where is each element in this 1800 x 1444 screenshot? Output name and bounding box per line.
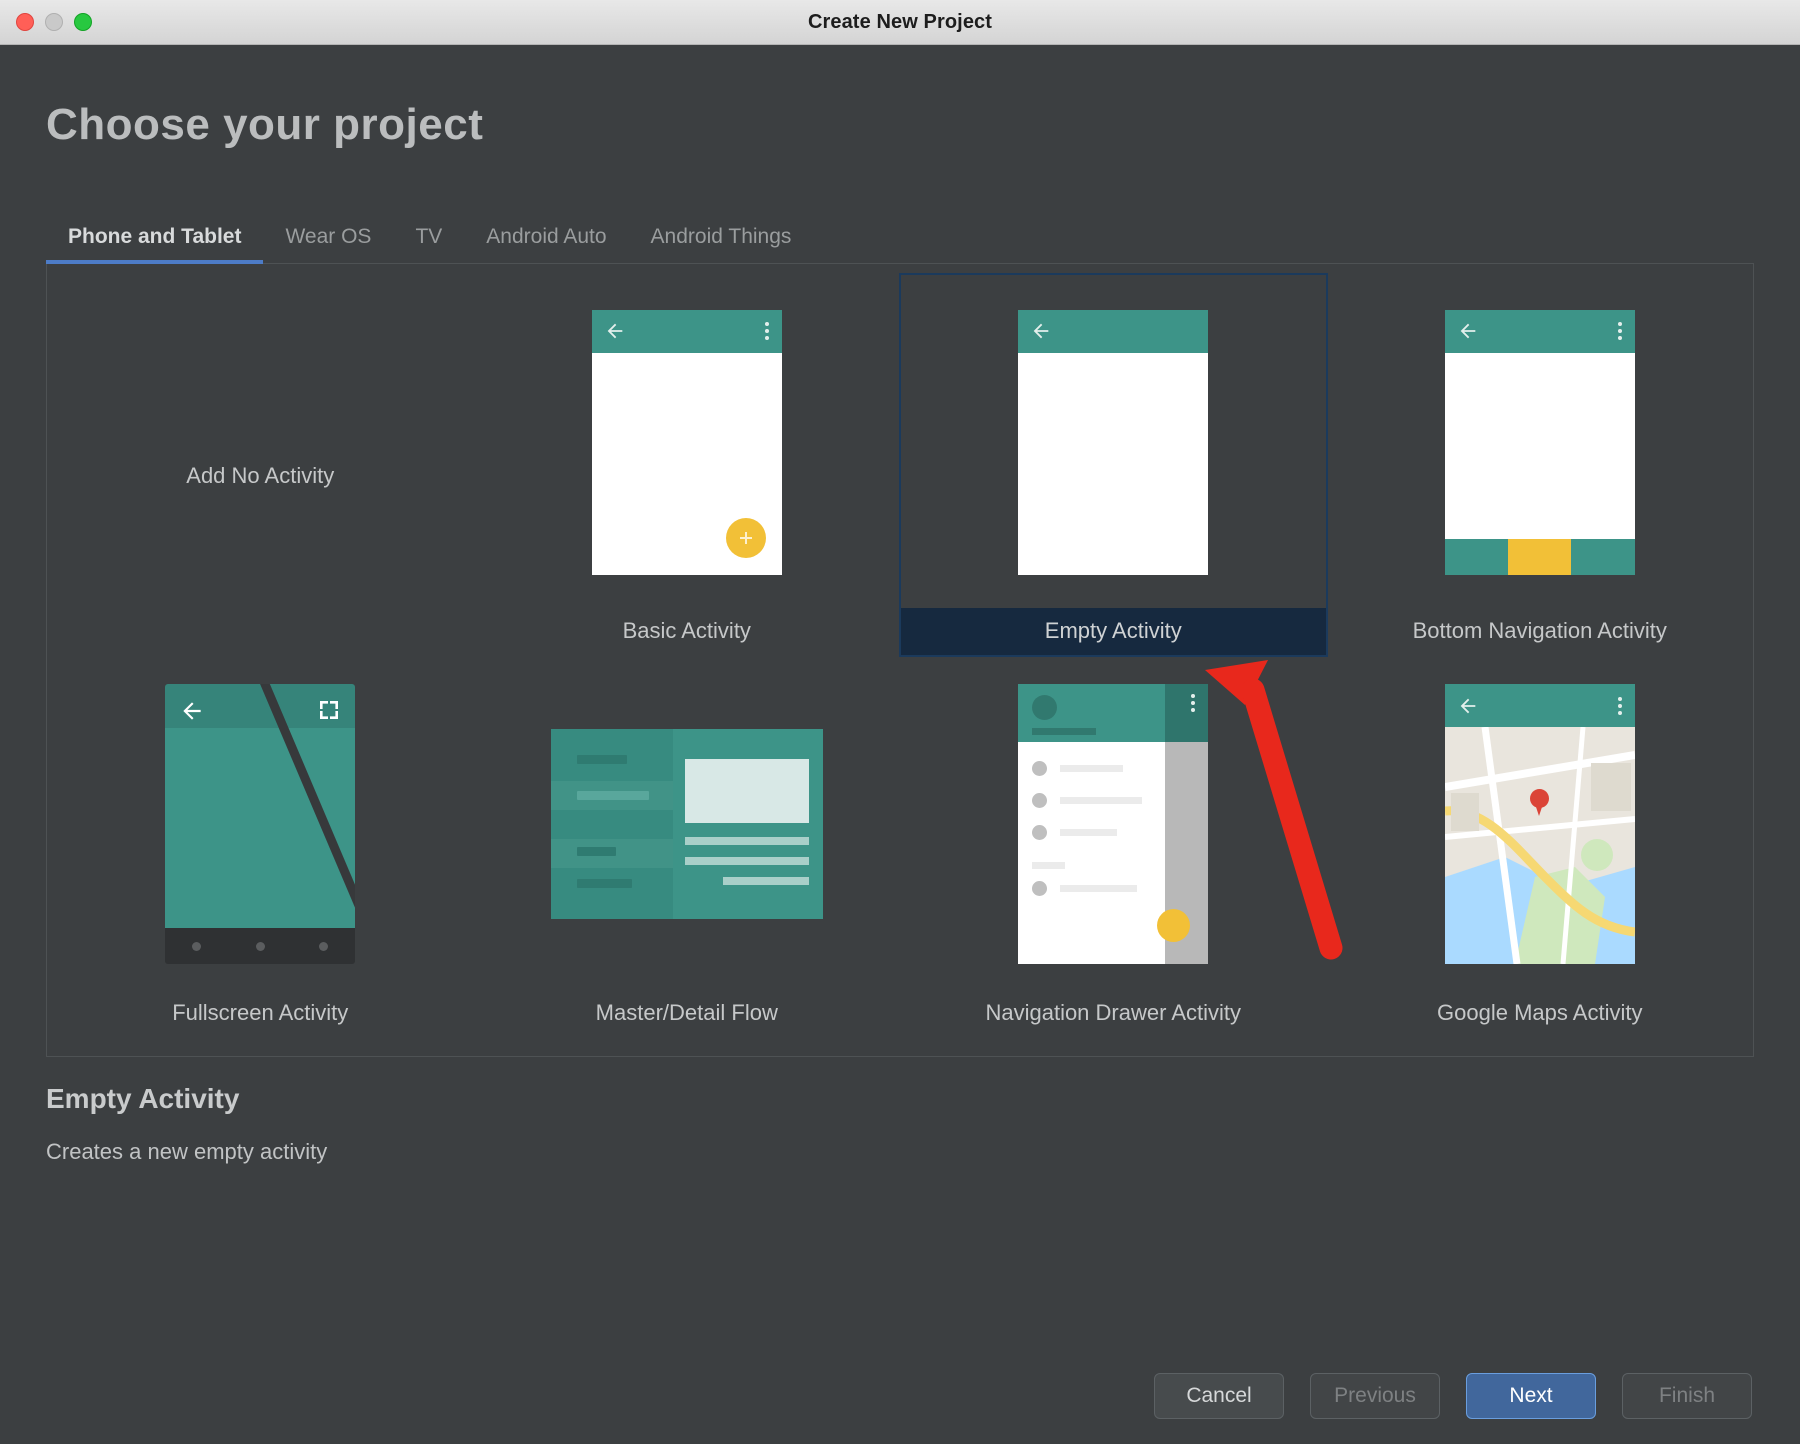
overflow-menu-icon <box>1191 694 1195 712</box>
finish-button[interactable]: Finish <box>1622 1373 1752 1419</box>
template-card-master-detail-flow[interactable]: Master/Detail Flow <box>474 656 901 1038</box>
back-arrow-icon <box>1457 695 1479 717</box>
bottom-nav-item <box>1571 539 1634 575</box>
overflow-menu-icon <box>765 322 769 340</box>
template-card-empty-activity[interactable]: Empty Activity <box>900 274 1327 656</box>
selected-template-name: Empty Activity <box>46 1083 1754 1115</box>
tab-android-things[interactable]: Android Things <box>629 225 814 263</box>
drawer-list-item <box>1018 756 1165 780</box>
detail-text-line <box>685 837 809 845</box>
system-navigation-bar <box>165 928 355 964</box>
template-label-google-maps-activity: Google Maps Activity <box>1327 990 1754 1038</box>
list-item-text <box>1060 885 1137 892</box>
detail-image-placeholder <box>685 759 809 823</box>
template-grid: Add No Activity Basi <box>46 264 1754 1057</box>
cancel-button[interactable]: Cancel <box>1154 1373 1284 1419</box>
fullscreen-expand-icon <box>317 698 341 722</box>
map-canvas <box>1445 727 1635 964</box>
page-title: Choose your project <box>46 100 1754 150</box>
back-arrow-icon <box>1457 320 1479 342</box>
thumbnail-empty-activity <box>900 282 1327 602</box>
tab-tv[interactable]: TV <box>393 225 464 263</box>
back-arrow-icon <box>179 698 205 724</box>
window-titlebar: Create New Project <box>0 0 1800 45</box>
template-card-navigation-drawer-activity[interactable]: Navigation Drawer Activity <box>900 656 1327 1038</box>
app-bar <box>1018 310 1208 353</box>
list-item-text <box>1060 765 1123 772</box>
detail-text-line <box>685 857 809 865</box>
master-row-text <box>577 791 649 800</box>
next-button[interactable]: Next <box>1466 1373 1596 1419</box>
tablet-mock-master-detail <box>551 729 823 919</box>
thumbnail-google-maps-activity <box>1327 664 1754 984</box>
previous-button[interactable]: Previous <box>1310 1373 1440 1419</box>
bottom-navigation-bar <box>1445 539 1635 575</box>
drawer-list-item <box>1018 788 1165 812</box>
tab-phone-and-tablet[interactable]: Phone and Tablet <box>46 225 263 263</box>
back-arrow-icon <box>604 320 626 342</box>
template-label-master-detail-flow: Master/Detail Flow <box>474 990 901 1038</box>
template-card-bottom-navigation-activity[interactable]: Bottom Navigation Activity <box>1327 274 1754 656</box>
bottom-nav-item-active <box>1508 539 1571 575</box>
template-label-add-no-activity: Add No Activity <box>47 453 474 501</box>
master-row-text <box>577 755 627 764</box>
thumbnail-fullscreen-activity <box>47 664 474 984</box>
fullscreen-surface <box>165 684 355 928</box>
phone-mock-empty <box>1018 310 1208 575</box>
thumbnail-basic-activity <box>474 282 901 602</box>
template-card-fullscreen-activity[interactable]: Fullscreen Activity <box>47 656 474 1038</box>
phone-mock-maps <box>1445 684 1635 964</box>
drawer-header-text <box>1032 728 1096 735</box>
map-location-pin <box>1530 789 1549 816</box>
template-label-empty-activity: Empty Activity <box>900 608 1327 656</box>
app-bar <box>1445 684 1635 727</box>
thumbnail-master-detail-flow <box>474 664 901 984</box>
app-bar <box>592 310 782 353</box>
floating-action-button <box>726 518 766 558</box>
thumbnail-navigation-drawer-activity <box>900 664 1327 984</box>
drawer-list-item <box>1018 820 1165 844</box>
app-bar <box>1445 310 1635 353</box>
template-label-fullscreen-activity: Fullscreen Activity <box>47 990 474 1038</box>
list-item-text <box>1060 829 1117 836</box>
template-card-google-maps-activity[interactable]: Google Maps Activity <box>1327 656 1754 1038</box>
phone-mock-fullscreen <box>165 684 355 964</box>
tab-android-auto[interactable]: Android Auto <box>464 225 628 263</box>
dialog-footer: Cancel Previous Next Finish <box>0 1348 1800 1444</box>
app-bar-behind-drawer <box>1165 684 1208 742</box>
drawer-list-item <box>1018 876 1165 900</box>
bottom-nav-item <box>1445 539 1508 575</box>
overflow-menu-icon <box>1618 322 1622 340</box>
phone-mock-drawer <box>1018 684 1208 964</box>
selected-template-summary: Creates a new empty activity <box>46 1139 1754 1165</box>
back-arrow-icon <box>1030 320 1052 342</box>
overflow-menu-icon <box>1618 697 1622 715</box>
template-label-navigation-drawer-activity: Navigation Drawer Activity <box>900 990 1327 1038</box>
window-title: Create New Project <box>0 11 1800 34</box>
master-row-text <box>577 847 616 856</box>
drawer-section-label <box>1032 862 1065 869</box>
detail-text-line <box>723 877 809 885</box>
list-item-text <box>1060 797 1142 804</box>
thumbnail-bottom-navigation-activity <box>1327 282 1754 602</box>
form-factor-tabs: Phone and Tablet Wear OS TV Android Auto… <box>46 220 1754 264</box>
template-label-basic-activity: Basic Activity <box>474 608 901 656</box>
tab-wear-os[interactable]: Wear OS <box>263 225 393 263</box>
dialog-body: Choose your project Phone and Tablet Wea… <box>0 45 1800 1348</box>
list-item-icon <box>1032 825 1047 840</box>
phone-mock-basic <box>592 310 782 575</box>
template-label-bottom-navigation-activity: Bottom Navigation Activity <box>1327 608 1754 656</box>
list-item-icon <box>1032 881 1047 896</box>
template-card-add-no-activity[interactable]: Add No Activity <box>47 274 474 656</box>
list-item-icon <box>1032 761 1047 776</box>
phone-mock-bottomnav <box>1445 310 1635 575</box>
create-new-project-dialog: Create New Project Choose your project P… <box>0 0 1800 1444</box>
list-item-icon <box>1032 793 1047 808</box>
master-row-text <box>577 879 632 888</box>
selected-template-description: Empty Activity Creates a new empty activ… <box>46 1083 1754 1165</box>
template-card-basic-activity[interactable]: Basic Activity <box>474 274 901 656</box>
map-graphic <box>1445 727 1635 964</box>
